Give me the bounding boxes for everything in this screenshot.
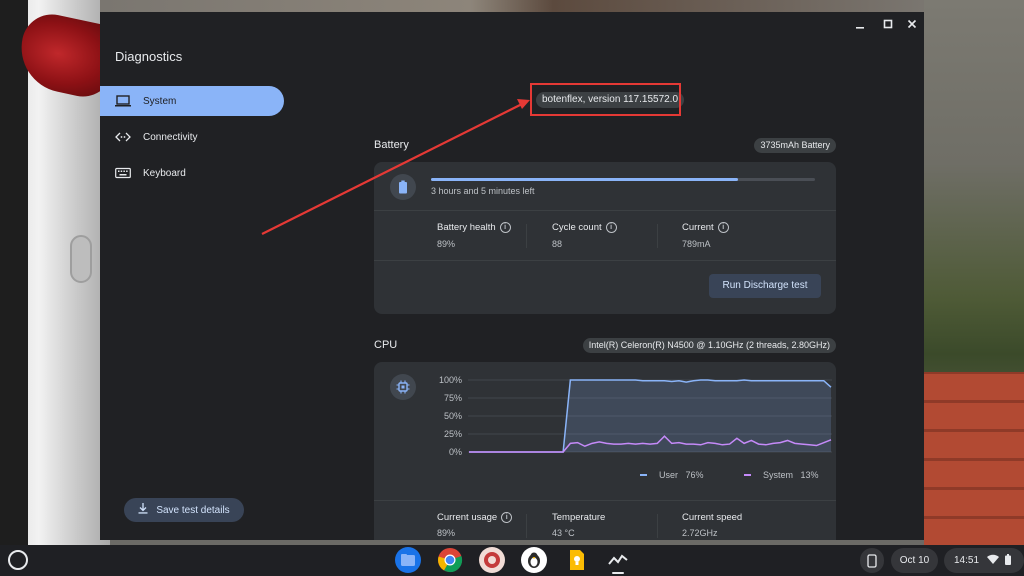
temperature-value: 43 °C — [552, 528, 575, 538]
cpu-card: 100% 75% 50% 25% 0% User 76% System 13% … — [374, 362, 836, 540]
info-icon[interactable]: i — [717, 222, 729, 233]
legend-label: System — [763, 470, 794, 480]
phone-icon — [867, 553, 877, 568]
y-tick-label: 100% — [438, 375, 462, 385]
cycle-count-value: 88 — [552, 239, 563, 249]
legend-system: System 13% — [744, 470, 819, 480]
current-speed-value: 2.72GHz — [682, 528, 718, 538]
battery-health-value: 89% — [437, 239, 456, 249]
wallpaper-top — [100, 0, 924, 12]
maximize-icon — [883, 19, 893, 29]
divider — [657, 514, 658, 538]
divider — [374, 260, 836, 261]
battery-title: Battery — [374, 139, 409, 151]
close-icon — [907, 19, 917, 29]
current-label: Current i — [682, 222, 729, 233]
info-icon[interactable]: i — [605, 222, 617, 233]
maximize-button[interactable] — [880, 16, 896, 32]
battery-card: 3 hours and 5 minutes left Battery healt… — [374, 162, 836, 314]
diagnostics-window: Diagnostics System Connectivity Keyboard… — [100, 12, 924, 540]
nav-item-label: System — [143, 95, 177, 107]
battery-progress — [431, 178, 815, 181]
legend-swatch-system — [744, 474, 751, 476]
y-tick-label: 0% — [448, 447, 462, 457]
cycle-count-label: Cycle count i — [552, 222, 617, 233]
battery-status-icon — [1005, 553, 1012, 568]
laptop-icon — [115, 95, 131, 107]
battery-round-icon — [390, 174, 416, 200]
save-test-details-button[interactable]: Save test details — [124, 498, 244, 522]
current-usage-value: 89% — [437, 528, 456, 538]
cpu-chip: Intel(R) Celeron(R) N4500 @ 1.10GHz (2 t… — [582, 338, 836, 353]
chrome-icon[interactable] — [437, 547, 463, 573]
battery-time-left: 3 hours and 5 minutes left — [431, 186, 535, 196]
minimize-button[interactable] — [852, 16, 868, 32]
connectivity-icon — [115, 131, 131, 143]
divider — [657, 224, 658, 248]
current-value: 789mA — [682, 239, 711, 249]
legend-label: User — [659, 470, 679, 480]
wallpaper-shadow — [0, 0, 28, 545]
cpu-usage-chart — [468, 379, 832, 453]
stat-label-text: Current — [682, 222, 714, 233]
clock: 14:51 — [954, 555, 980, 566]
nav-item-label: Connectivity — [143, 131, 198, 143]
y-tick-label: 75% — [443, 393, 462, 403]
battery-icon — [399, 180, 407, 194]
stat-label-text: Battery health — [437, 222, 496, 233]
legend-user: User 76% — [640, 470, 704, 480]
divider — [374, 500, 836, 501]
phone-hub-button[interactable] — [860, 548, 884, 573]
cpu-round-icon — [390, 374, 416, 400]
nav-item-label: Keyboard — [143, 167, 186, 179]
info-icon[interactable]: i — [501, 512, 513, 523]
app-icon[interactable] — [479, 547, 505, 573]
app-icon[interactable] — [521, 547, 547, 573]
stat-label-text: Temperature — [552, 512, 606, 523]
save-button-label: Save test details — [156, 504, 230, 516]
stat-label-text: Current speed — [682, 512, 743, 523]
nav-item-connectivity[interactable]: Connectivity — [100, 122, 284, 152]
divider — [526, 514, 527, 538]
stat-label-text: Current usage — [437, 512, 498, 523]
run-discharge-test-button[interactable]: Run Discharge test — [709, 274, 821, 298]
app-title: Diagnostics — [115, 49, 183, 64]
keep-icon[interactable] — [563, 547, 589, 573]
current-usage-label: Current usage i — [437, 512, 513, 523]
battery-health-label: Battery health i — [437, 222, 511, 233]
wallpaper-handle — [70, 235, 92, 283]
legend-value: 76% — [685, 470, 704, 480]
nav-item-system[interactable]: System — [100, 86, 284, 116]
download-icon — [138, 503, 148, 517]
temperature-label: Temperature — [552, 512, 605, 523]
running-indicator — [612, 572, 624, 574]
status-tray[interactable]: 14:51 — [944, 548, 1024, 573]
minimize-icon — [856, 27, 864, 29]
battery-chip: 3735mAh Battery — [754, 138, 836, 153]
stat-label-text: Cycle count — [552, 222, 602, 233]
y-tick-label: 25% — [443, 429, 462, 439]
wifi-icon — [987, 554, 1000, 567]
y-tick-label: 50% — [443, 411, 462, 421]
legend-value: 13% — [800, 470, 819, 480]
cpu-icon — [396, 380, 410, 394]
divider — [526, 224, 527, 248]
legend-swatch-user — [640, 474, 647, 476]
current-speed-label: Current speed — [682, 512, 742, 523]
date-pill[interactable]: Oct 10 — [891, 548, 938, 573]
diagnostics-icon[interactable] — [605, 547, 631, 573]
launcher-button[interactable] — [8, 550, 28, 570]
close-button[interactable] — [904, 16, 920, 32]
shelf: Oct 10 14:51 — [0, 545, 1024, 576]
nav-item-keyboard[interactable]: Keyboard — [100, 158, 284, 188]
battery-progress-fill — [431, 178, 739, 181]
keyboard-icon — [115, 167, 131, 179]
info-icon[interactable]: i — [499, 222, 511, 233]
title-bar — [100, 12, 924, 36]
divider — [374, 210, 836, 211]
highlight-box — [530, 83, 681, 116]
wallpaper-bricks — [924, 372, 1024, 545]
files-icon[interactable] — [395, 547, 421, 573]
cpu-title: CPU — [374, 339, 398, 351]
